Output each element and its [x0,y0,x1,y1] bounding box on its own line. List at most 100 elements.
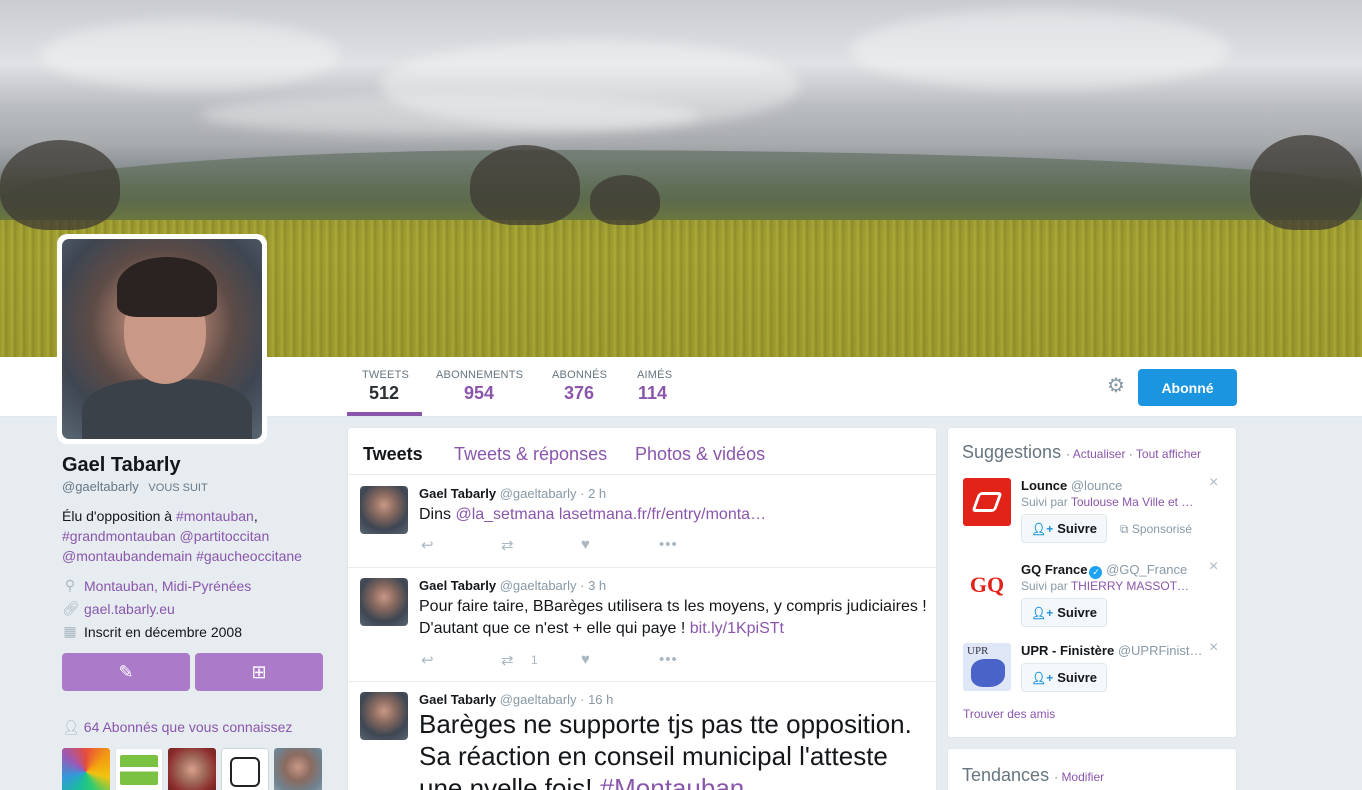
tweet-author-handle[interactable]: @gaeltabarly [500,486,577,501]
refresh-suggestions-link[interactable]: Actualiser [1073,447,1126,461]
follower-thumb[interactable] [221,748,269,790]
retweet-icon[interactable]: ⇄ [501,536,514,554]
profile-action-buttons: ✎ ⊞ [62,653,323,691]
follow-button[interactable]: 👤︎+ Suivre [1021,514,1107,543]
inline-link[interactable]: #Montauban [600,773,745,790]
tweet-item[interactable]: Gael Tabarly @gaeltabarly · 16 h Barèges… [348,682,936,790]
active-stat-underline [347,412,422,416]
profile-website[interactable]: gael.tabarly.eu [84,601,175,617]
tweet-author-name[interactable]: Gael Tabarly [419,692,496,707]
timeline-tabs: Tweets Tweets & réponses Photos & vidéos [348,428,936,475]
tweet-avatar[interactable] [360,578,408,626]
suggestion-item: UPR UPR - Finistère @UPRFinist… × 👤︎+ Sui… [963,639,1228,703]
tweet-timestamp[interactable]: 2 h [588,486,606,501]
followers-you-know-link[interactable]: 👤︎ 64 Abonnés que vous connaissez [62,719,292,736]
suggestion-name[interactable]: GQ France [1021,562,1087,577]
view-all-suggestions-link[interactable]: Tout afficher [1136,447,1201,461]
tweet-author-name[interactable]: Gael Tabarly [419,486,496,501]
suggestion-item: GQ GQ France ✓ @GQ_France Suivi par THIER… [963,558,1228,627]
suggestion-avatar[interactable]: GQ [963,562,1011,610]
tweet-timestamp[interactable]: 16 h [588,692,613,707]
inline-text: Pour faire taire, BBarèges utilisera ts … [419,598,927,637]
inline-link[interactable]: @la_setmana [455,506,554,523]
close-icon[interactable]: × [1209,558,1218,576]
close-icon[interactable]: × [1209,474,1218,492]
retweet-icon[interactable]: ⇄ [501,651,514,669]
inline-link[interactable]: #grandmontauban [62,528,176,544]
more-icon[interactable]: ••• [659,651,678,668]
inline-link[interactable]: lasetmana.fr/fr/entry/monta… [559,506,766,523]
tab-tweets[interactable]: Tweets [363,444,423,465]
tweet-timeline: Tweets Tweets & réponses Photos & vidéos… [347,427,937,790]
inline-link[interactable]: #gaucheoccitane [196,548,302,564]
profile-location[interactable]: Montauban, Midi-Pyrénées [84,578,251,594]
follow-button[interactable]: 👤︎+ Suivre [1021,663,1107,692]
follower-thumb[interactable] [274,748,322,790]
inline-link[interactable]: bit.ly/1KpiSTt [690,620,784,637]
more-icon[interactable]: ••• [659,536,678,553]
profile-handle[interactable]: @gaeltabarly [62,479,139,494]
stat-followers[interactable]: ABONNÉS 376 [552,369,607,404]
inline-link[interactable]: @montaubandemain [62,548,192,564]
retweet-count: 1 [531,653,538,667]
suggestion-social-context[interactable]: THIERRY MASSOT… [1071,579,1189,593]
tab-tweets-replies[interactable]: Tweets & réponses [454,444,607,465]
tweet-author-handle[interactable]: @gaeltabarly [500,692,577,707]
direct-message-button[interactable]: ⊞ [195,653,323,691]
follows-you-badge: VOUS SUIT [148,482,208,494]
suggestion-name[interactable]: Lounce [1021,478,1067,493]
suggestion-handle[interactable]: @lounce [1071,478,1123,493]
tweet-to-button[interactable]: ✎ [62,653,190,691]
suggestion-avatar[interactable] [963,478,1011,526]
suggestion-avatar[interactable]: UPR [963,643,1011,691]
suggestions-title: Suggestions [962,442,1062,462]
tweet-item[interactable]: Gael Tabarly @gaeltabarly · 2 h Dins @la… [348,476,936,568]
reply-icon[interactable]: ↩ [421,536,434,554]
tweet-timestamp[interactable]: 3 h [588,578,606,593]
inline-link[interactable]: @partitoccitan [180,528,270,544]
profile-name[interactable]: Gael Tabarly [62,454,322,477]
like-icon[interactable]: ♥ [581,651,590,668]
direct-message-icon: ⊞ [251,662,267,682]
tweet-author-name[interactable]: Gael Tabarly [419,578,496,593]
verified-icon: ✓ [1089,566,1103,579]
profile-bio: Élu d'opposition à #montauban, #grandmon… [62,506,322,566]
stat-likes[interactable]: AIMÉS 114 [637,369,672,404]
like-icon[interactable]: ♥ [581,536,590,553]
close-icon[interactable]: × [1209,639,1218,657]
suggestion-social-context[interactable]: Toulouse Ma Ville et … [1071,495,1194,509]
stat-likes-label: AIMÉS [637,369,673,381]
stat-following-value: 954 [464,383,495,403]
tab-photos-videos[interactable]: Photos & vidéos [635,444,765,465]
stat-following[interactable]: ABONNEMENTS 954 [436,369,523,404]
tweet-author-handle[interactable]: @gaeltabarly [500,578,577,593]
stat-tweets[interactable]: TWEETS 512 [347,369,422,416]
suggestion-name[interactable]: UPR - Finistère [1021,643,1114,658]
following-button[interactable]: Abonné [1138,369,1237,406]
profile-avatar[interactable] [57,234,267,444]
tweet-item[interactable]: Gael Tabarly @gaeltabarly · 3 h Pour fai… [348,568,936,682]
modify-trends-link[interactable]: Modifier [1061,770,1104,784]
suggestion-handle[interactable]: @UPRFinist… [1118,643,1201,658]
suggestions-card: Suggestions · Actualiser · Tout afficher… [947,427,1237,738]
follower-thumb[interactable] [115,748,163,790]
compose-tweet-icon: ✎ [118,662,134,682]
follow-button-label: Suivre [1057,521,1097,536]
suggestion-handle[interactable]: @GQ_France [1106,562,1187,577]
follower-thumb[interactable] [62,748,110,790]
reply-icon[interactable]: ↩ [421,651,434,669]
follower-thumb[interactable] [168,748,216,790]
tweet-text: Pour faire taire, BBarèges utilisera ts … [419,596,927,640]
follow-button[interactable]: 👤︎+ Suivre [1021,598,1107,627]
promoted-icon: ⧉ [1120,522,1129,536]
suggestion-social-prefix: Suivi par [1021,579,1071,593]
find-friends-link[interactable]: Trouver des amis [963,707,1055,721]
settings-gear-icon[interactable]: ⚙ [1106,376,1126,396]
trends-title: Tendances [962,765,1050,785]
inline-text: Dins [419,506,456,523]
tweet-avatar[interactable] [360,692,408,740]
trends-card: Tendances · Modifier [947,748,1237,790]
inline-link[interactable]: #montauban [176,508,254,524]
add-user-icon: 👤︎+ [1031,606,1054,620]
tweet-avatar[interactable] [360,486,408,534]
